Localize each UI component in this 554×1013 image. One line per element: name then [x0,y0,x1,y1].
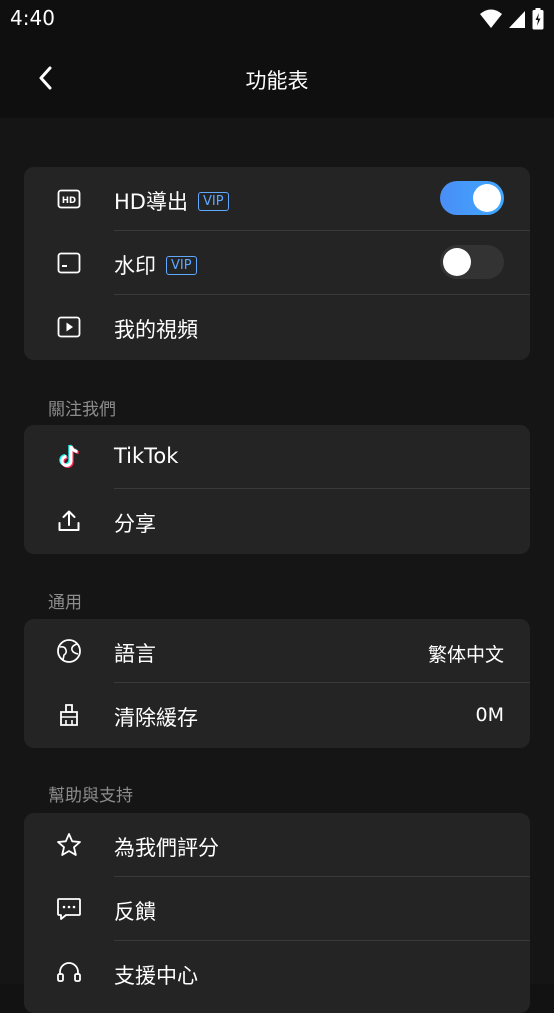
support-center-label: 支援中心 [114,964,198,988]
watermark-icon [56,250,82,276]
hd-export-text: HD導出 [114,190,188,214]
star-icon [56,832,82,858]
cache-size-value: 0M [475,704,504,726]
tiktok-icon [56,444,82,470]
watermark-label: 水印 VIP [114,250,197,280]
broom-icon [56,702,82,728]
toggle-knob [473,184,501,212]
follow-card: TikTok 分享 [24,425,530,554]
watermark-text: 水印 [114,254,156,278]
play-icon [56,314,82,340]
feedback-label: 反饋 [114,900,156,924]
message-icon [56,896,82,922]
watermark-row[interactable]: 水印 VIP [24,231,530,295]
general-card: 語言 繁体中文 清除緩存 0M [24,619,530,748]
page-title: 功能表 [245,69,309,93]
share-icon [56,508,82,534]
wifi-icon [480,9,502,28]
rate-us-label: 為我們評分 [114,836,219,860]
signal-icon [509,11,525,28]
battery-icon [532,8,544,30]
toggle-knob [443,248,471,276]
share-row[interactable]: 分享 [24,489,530,553]
clear-cache-row[interactable]: 清除緩存 0M [24,683,530,747]
status-icons [480,8,544,30]
settings-content: HD HD導出 VIP 水印 VIP 我的視頻 關注我們 TikTok 分享 通… [0,118,554,1013]
section-title-help: 幫助與支持 [48,786,133,806]
headset-icon [56,960,82,986]
svg-text:HD: HD [62,196,76,206]
hd-export-label: HD導出 VIP [114,186,229,216]
vip-badge: VIP [166,255,197,275]
section-title-follow: 關注我們 [48,400,116,420]
help-card: 為我們評分 反饋 支援中心 [24,813,530,1013]
tiktok-row[interactable]: TikTok [24,425,530,489]
share-label: 分享 [114,512,156,536]
header: 功能表 [0,38,554,118]
vip-badge: VIP [197,191,229,211]
status-time: 4:40 [10,6,55,30]
status-bar: 4:40 [0,0,554,38]
support-center-row[interactable]: 支援中心 [24,941,530,1005]
language-value: 繁体中文 [427,644,504,666]
globe-icon [56,638,82,664]
section-title-general: 通用 [48,593,82,613]
features-card: HD HD導出 VIP 水印 VIP 我的視頻 [24,167,530,360]
hd-export-row[interactable]: HD HD導出 VIP [24,167,530,231]
hd-icon: HD [56,186,82,212]
watermark-toggle[interactable] [440,245,504,279]
my-videos-row[interactable]: 我的視頻 [24,295,530,359]
rate-us-row[interactable]: 為我們評分 [24,813,530,877]
my-videos-label: 我的視頻 [114,318,198,342]
clear-cache-label: 清除緩存 [114,706,198,730]
language-label: 語言 [114,642,156,666]
tiktok-label: TikTok [114,444,179,468]
hd-export-toggle[interactable] [440,181,504,215]
feedback-row[interactable]: 反饋 [24,877,530,941]
language-row[interactable]: 語言 繁体中文 [24,619,530,683]
